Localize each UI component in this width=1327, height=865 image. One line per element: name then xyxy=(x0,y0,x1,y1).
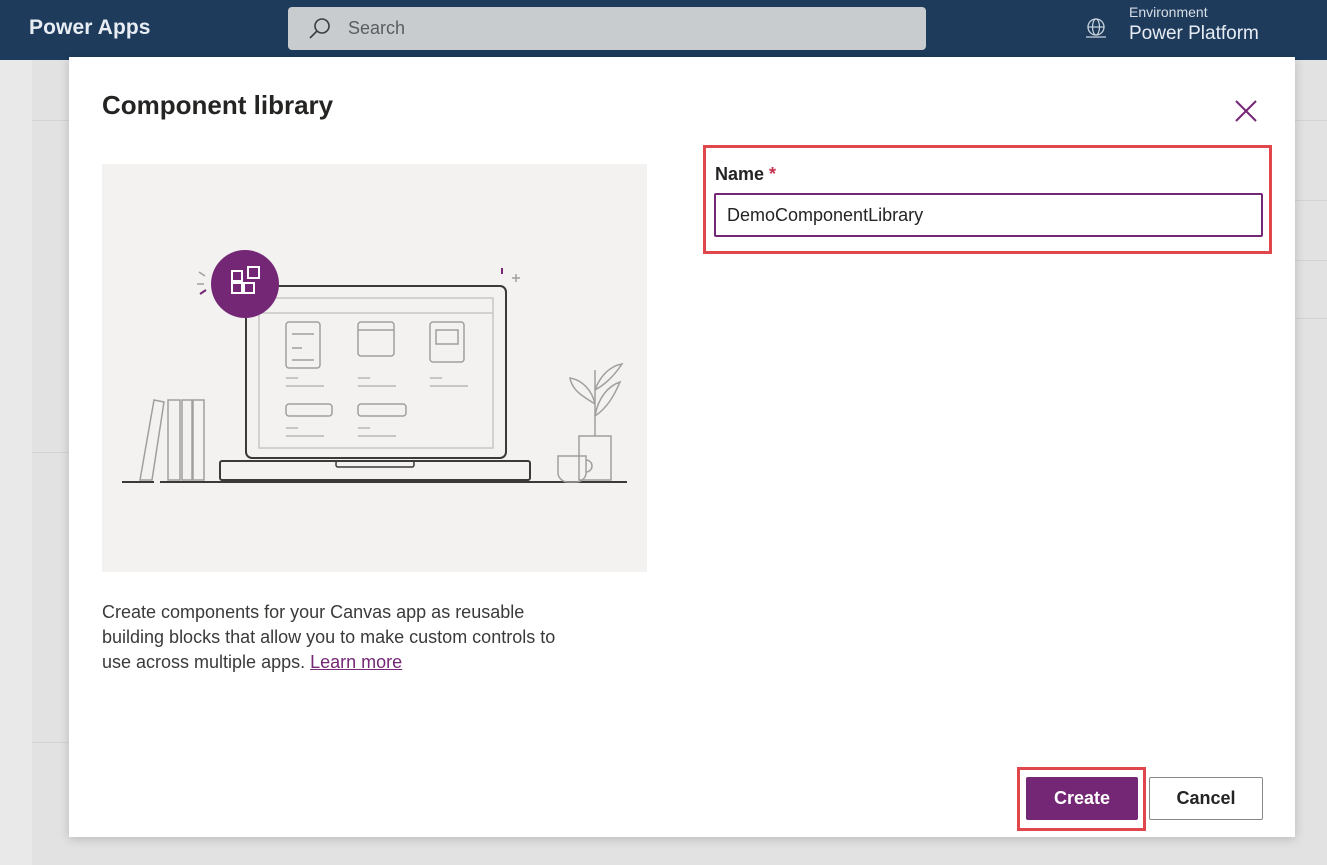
cancel-button[interactable]: Cancel xyxy=(1149,777,1263,820)
dialog-title: Component library xyxy=(102,90,334,120)
search-box[interactable]: Search xyxy=(288,7,926,50)
environment-picker[interactable]: Power Platform xyxy=(1129,23,1259,45)
environment-label: Environment xyxy=(1129,4,1208,20)
name-label-text: Name xyxy=(715,164,765,184)
dialog-description: Create components for your Canvas app as… xyxy=(102,600,582,675)
background-divider xyxy=(32,742,72,743)
component-library-dialog: Component library Create components for … xyxy=(69,57,1295,837)
laptop-illustration xyxy=(102,164,647,572)
name-input[interactable] xyxy=(714,193,1263,237)
close-icon[interactable] xyxy=(1232,97,1260,125)
required-marker: * xyxy=(769,164,777,184)
learn-more-link[interactable]: Learn more xyxy=(310,652,402,672)
create-button[interactable]: Create xyxy=(1026,777,1138,820)
background-divider xyxy=(32,452,72,453)
laptop-illustration-graphic xyxy=(122,250,627,483)
top-bar: Power Apps Search Environment Power Plat… xyxy=(0,0,1327,60)
search-icon xyxy=(309,18,330,39)
app-brand[interactable]: Power Apps xyxy=(29,16,151,40)
globe-icon[interactable] xyxy=(1085,17,1107,39)
search-placeholder: Search xyxy=(348,18,406,38)
name-field-label: Name * xyxy=(715,164,776,185)
